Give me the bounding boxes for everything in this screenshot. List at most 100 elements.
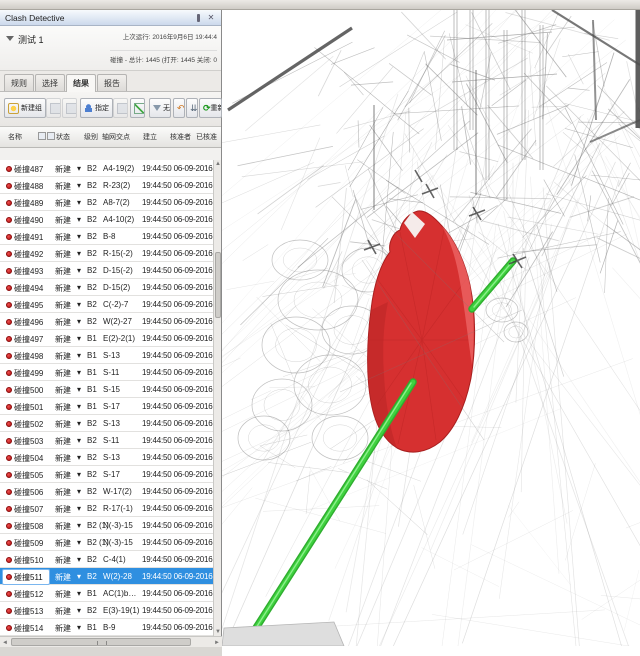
status-dropdown-icon[interactable]: ▾	[77, 164, 81, 173]
table-row[interactable]: 碰撞510新建▾B2C-4(1)19:44:50 06-09-2016	[0, 551, 214, 568]
tab-结果[interactable]: 结果	[66, 74, 96, 92]
clash-name: 碰撞488	[14, 181, 43, 192]
status-dropdown-icon[interactable]: ▾	[77, 487, 81, 496]
vertical-scrollbar[interactable]: ▲ ▼	[213, 160, 221, 636]
table-row[interactable]: 碰撞499新建▾B1S-1119:44:50 06-09-2016	[0, 364, 214, 381]
unassign-button[interactable]	[113, 98, 128, 118]
column-header-1[interactable]: 名称	[8, 132, 22, 142]
table-row[interactable]: 碰撞511新建▾B2W(2)-2819:44:50 06-09-2016	[0, 568, 214, 585]
column-header-7[interactable]: 已核准	[196, 132, 217, 142]
table-row[interactable]: 碰撞496新建▾B2W(2)-2719:44:50 06-09-2016	[0, 313, 214, 330]
table-row[interactable]: 碰撞512新建▾B1AC(1)b…19:44:50 06-09-2016	[0, 585, 214, 602]
table-row[interactable]: 碰撞491新建▾B2B-819:44:50 06-09-2016	[0, 228, 214, 245]
status-dropdown-icon[interactable]: ▾	[77, 521, 81, 530]
status-dropdown-icon[interactable]: ▾	[77, 470, 81, 479]
status-dropdown-icon[interactable]: ▾	[77, 351, 81, 360]
created-datetime: 19:44:50 06-09-2016	[142, 470, 213, 479]
status-dropdown-icon[interactable]: ▾	[77, 368, 81, 377]
table-row[interactable]: 碰撞497新建▾B1E(2)-2(1)19:44:50 06-09-2016	[0, 330, 214, 347]
pin-icon[interactable]	[193, 13, 203, 23]
horizontal-scroll-thumb[interactable]	[11, 638, 191, 646]
panel-titlebar[interactable]: Clash Detective ✕	[0, 10, 221, 26]
column-header-2[interactable]: 状态	[56, 132, 70, 142]
new-group-button[interactable]: 新建组	[4, 98, 46, 118]
table-row[interactable]: 碰撞505新建▾B2S-1719:44:50 06-09-2016	[0, 466, 214, 483]
table-row[interactable]: 碰撞490新建▾B2A4-10(2)19:44:50 06-09-2016	[0, 211, 214, 228]
status-dropdown-icon[interactable]: ▾	[77, 334, 81, 343]
status-dropdown-icon[interactable]: ▾	[77, 283, 81, 292]
table-row[interactable]: 碰撞488新建▾B2R-23(2)19:44:50 06-09-2016	[0, 177, 214, 194]
3d-viewport[interactable]	[222, 10, 640, 646]
status-dropdown-icon[interactable]: ▾	[77, 402, 81, 411]
table-row[interactable]: 碰撞503新建▾B2S-1119:44:50 06-09-2016	[0, 432, 214, 449]
status-dropdown-icon[interactable]: ▾	[77, 385, 81, 394]
status-dropdown-icon[interactable]: ▾	[77, 198, 81, 207]
status-dropdown-icon[interactable]: ▾	[77, 232, 81, 241]
scroll-down-icon[interactable]: ▼	[215, 628, 221, 636]
column-header-4[interactable]: 轴网交点	[102, 132, 130, 142]
table-row[interactable]: 碰撞506新建▾B2W-17(2)19:44:50 06-09-2016	[0, 483, 214, 500]
status-dropdown-icon[interactable]: ▾	[77, 266, 81, 275]
status-dropdown-icon[interactable]: ▾	[77, 606, 81, 615]
unassign-icon	[117, 103, 128, 114]
tab-规则[interactable]: 规则	[4, 74, 34, 91]
status-dropdown-icon[interactable]: ▾	[77, 249, 81, 258]
column-header-6[interactable]: 核准者	[170, 132, 191, 142]
rerun-test-button[interactable]: ⟳ 重新运行测试	[199, 98, 222, 118]
test-name[interactable]: 测试 1	[18, 33, 44, 46]
tab-选择[interactable]: 选择	[35, 74, 65, 91]
status-dropdown-icon[interactable]: ▾	[77, 453, 81, 462]
status-dropdown-icon[interactable]: ▾	[77, 589, 81, 598]
created-datetime: 19:44:50 06-09-2016	[142, 589, 213, 598]
status-dropdown-icon[interactable]: ▾	[77, 215, 81, 224]
status-dropdown-icon[interactable]: ▾	[77, 181, 81, 190]
tab-报告[interactable]: 报告	[97, 74, 127, 91]
status-dropdown-icon[interactable]: ▾	[77, 436, 81, 445]
table-row[interactable]: 碰撞507新建▾B2R-17(-1)19:44:50 06-09-2016	[0, 500, 214, 517]
close-icon[interactable]: ✕	[206, 13, 216, 23]
status-dropdown-icon[interactable]: ▾	[77, 419, 81, 428]
table-row[interactable]: 碰撞498新建▾B1S-1319:44:50 06-09-2016	[0, 347, 214, 364]
table-row[interactable]: 碰撞489新建▾B2A8-7(2)19:44:50 06-09-2016	[0, 194, 214, 211]
status-dropdown-icon[interactable]: ▾	[77, 572, 81, 581]
remove-from-group-button[interactable]	[62, 98, 77, 118]
status-dropdown-icon[interactable]: ▾	[77, 300, 81, 309]
status-dropdown-icon[interactable]: ▾	[77, 504, 81, 513]
status-dropdown-icon[interactable]: ▾	[77, 538, 81, 547]
clash-name: 碰撞497	[14, 334, 43, 345]
table-row[interactable]: 碰撞501新建▾B1S-1719:44:50 06-09-2016	[0, 398, 214, 415]
comment-button[interactable]	[130, 98, 145, 118]
table-row[interactable]: 碰撞508新建▾B2 (1)N(-3)-1519:44:50 06-09-201…	[0, 517, 214, 534]
created-datetime: 19:44:50 06-09-2016	[142, 368, 213, 377]
table-row[interactable]: 碰撞494新建▾B2D-15(2)19:44:50 06-09-2016	[0, 279, 214, 296]
column-header-3[interactable]: 级别	[84, 132, 98, 142]
scroll-up-icon[interactable]: ▲	[215, 160, 221, 168]
vertical-scroll-thumb[interactable]	[215, 252, 221, 318]
status-dropdown-icon[interactable]: ▾	[77, 555, 81, 564]
grid-header[interactable]: 名称 状态 级别轴网交点 建立 核准者已核准	[0, 127, 221, 148]
table-row[interactable]: 碰撞502新建▾B2S-1319:44:50 06-09-2016	[0, 415, 214, 432]
table-row[interactable]: 碰撞504新建▾B2S-1319:44:50 06-09-2016	[0, 449, 214, 466]
table-row[interactable]: 碰撞495新建▾B2C(-2)-719:44:50 06-09-2016	[0, 296, 214, 313]
column-header-5[interactable]: 建立	[143, 132, 157, 142]
compact-button[interactable]: ⇊	[186, 98, 198, 118]
table-row[interactable]: 碰撞492新建▾B2R-15(-2)19:44:50 06-09-2016	[0, 245, 214, 262]
reset-button[interactable]: ↶	[173, 98, 185, 118]
add-to-group-button[interactable]	[46, 98, 61, 118]
assign-button[interactable]: 指定	[80, 98, 113, 118]
level-value: B2	[87, 317, 97, 326]
chevron-down-icon[interactable]	[6, 36, 14, 41]
table-row[interactable]: 碰撞500新建▾B1S-1519:44:50 06-09-2016	[0, 381, 214, 398]
clash-status-dot-icon	[6, 455, 12, 461]
table-row[interactable]: 碰撞513新建▾B2E(3)-19(1)19:44:50 06-09-2016	[0, 602, 214, 619]
horizontal-scrollbar[interactable]: ◄ ►	[0, 636, 222, 647]
status-dropdown-icon[interactable]: ▾	[77, 317, 81, 326]
table-row[interactable]: 碰撞487新建▾B2A4-19(2)19:44:50 06-09-2016	[0, 160, 214, 177]
status-value: 新建	[55, 351, 71, 362]
table-row[interactable]: 碰撞509新建▾B2 (1)N(-3)-1519:44:50 06-09-201…	[0, 534, 214, 551]
table-row[interactable]: 碰撞493新建▾B2D-15(-2)19:44:50 06-09-2016	[0, 262, 214, 279]
table-row[interactable]: 碰撞514新建▾B1B-919:44:50 06-09-2016	[0, 619, 214, 636]
status-dropdown-icon[interactable]: ▾	[77, 623, 81, 632]
clash-name: 碰撞501	[14, 402, 43, 413]
filter-dropdown[interactable]: 无 ▼	[149, 98, 171, 118]
